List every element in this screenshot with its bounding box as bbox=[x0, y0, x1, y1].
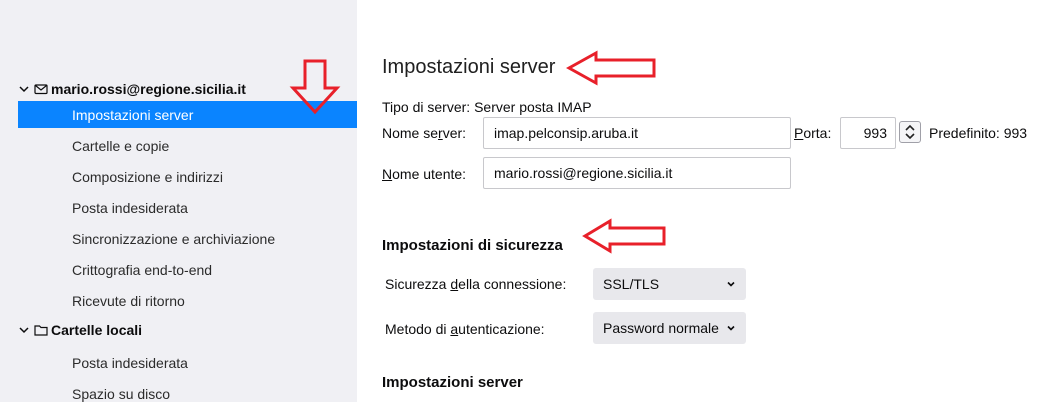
account-email: mario.rossi@regione.sicilia.it bbox=[51, 81, 246, 97]
port-input[interactable]: 993 bbox=[840, 117, 896, 149]
server-settings-heading: Impostazioni server bbox=[382, 374, 523, 391]
envelope-icon bbox=[34, 84, 48, 95]
sidebar-item-label: Cartelle e copie bbox=[72, 137, 170, 154]
sidebar-item-junk[interactable]: Posta indesiderata bbox=[18, 194, 357, 221]
server-type-row: Tipo di server: Server posta IMAP bbox=[382, 99, 592, 115]
sidebar-item-disk-space[interactable]: Spazio su disco bbox=[18, 380, 357, 407]
connection-security-select[interactable]: SSL/TLS bbox=[593, 268, 746, 300]
local-folders-tree-node[interactable]: Cartelle locali bbox=[18, 318, 142, 342]
sidebar-item-label: Posta indesiderata bbox=[72, 354, 188, 371]
server-name-label: Nome server: bbox=[382, 125, 467, 141]
server-type-label: Tipo di server: bbox=[382, 99, 471, 115]
sidebar-item-return-receipts[interactable]: Ricevute di ritorno bbox=[18, 287, 357, 314]
sidebar-item-e2e-encryption[interactable]: Crittografia end-to-end bbox=[18, 256, 357, 283]
arrow-left-icon bbox=[566, 50, 656, 86]
server-name-input[interactable]: imap.pelconsip.aruba.it bbox=[483, 117, 791, 149]
sidebar-item-label: Composizione e indirizzi bbox=[72, 168, 223, 185]
auth-method-select[interactable]: Password normale bbox=[593, 312, 746, 344]
sidebar-item-label: Spazio su disco bbox=[72, 385, 171, 402]
page-title: Impostazioni server bbox=[382, 56, 556, 78]
security-settings-heading: Impostazioni di sicurezza bbox=[382, 237, 563, 254]
account-tree-node[interactable]: mario.rossi@regione.sicilia.it bbox=[18, 77, 246, 101]
arrow-down-icon bbox=[289, 59, 341, 115]
sidebar-item-label: Ricevute di ritorno bbox=[72, 292, 185, 309]
auth-method-label: Metodo di autenticazione: bbox=[385, 321, 545, 337]
port-label: Porta: bbox=[794, 125, 832, 141]
chevron-down-icon bbox=[727, 281, 735, 287]
username-input[interactable]: mario.rossi@regione.sicilia.it bbox=[483, 157, 791, 189]
chevron-down-icon[interactable] bbox=[18, 324, 30, 336]
sidebar-item-composition[interactable]: Composizione e indirizzi bbox=[18, 163, 357, 190]
chevron-down-icon[interactable] bbox=[18, 83, 30, 95]
server-type-value: Server posta IMAP bbox=[474, 99, 592, 115]
sidebar-item-folders-copies[interactable]: Cartelle e copie bbox=[18, 132, 357, 159]
connection-security-label: Sicurezza della connessione: bbox=[385, 276, 567, 292]
settings-main-panel: Impostazioni server Tipo di server: Serv… bbox=[357, 0, 1059, 402]
sidebar-item-label: Sincronizzazione e archiviazione bbox=[72, 230, 276, 247]
port-default: Predefinito: 993 bbox=[929, 125, 1028, 141]
sidebar-item-local-junk[interactable]: Posta indesiderata bbox=[18, 349, 357, 376]
sidebar-item-label: Crittografia end-to-end bbox=[72, 261, 213, 278]
username-label: Nome utente: bbox=[382, 166, 467, 182]
chevron-down-icon bbox=[727, 325, 735, 331]
folder-icon bbox=[34, 325, 48, 336]
arrow-left-icon bbox=[582, 218, 666, 254]
port-spinner[interactable] bbox=[899, 121, 921, 143]
sidebar-item-label: Posta indesiderata bbox=[72, 199, 188, 216]
local-folders-label: Cartelle locali bbox=[51, 322, 143, 338]
sidebar-item-sync-storage[interactable]: Sincronizzazione e archiviazione bbox=[18, 225, 357, 252]
sidebar-item-label: Impostazioni server bbox=[72, 106, 194, 123]
spinner-arrows-icon bbox=[905, 124, 915, 140]
